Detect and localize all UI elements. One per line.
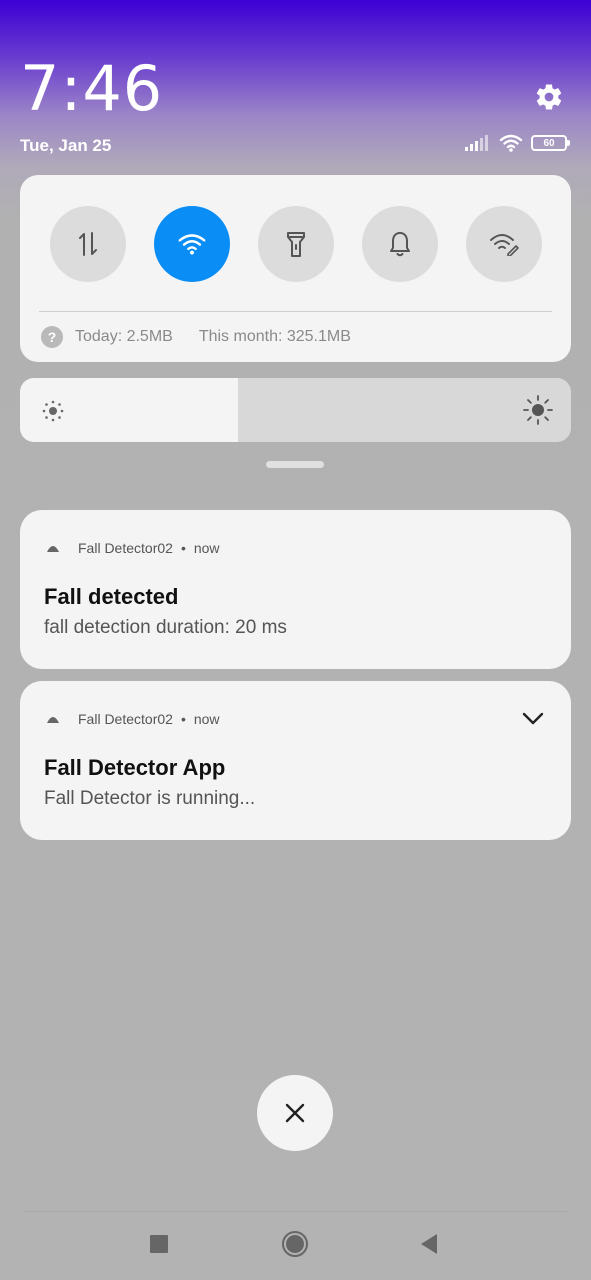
nav-divider [24,1211,567,1212]
app-name: Fall Detector02 [78,711,173,727]
notification-card[interactable]: Fall Detector02 • now Fall detected fall… [20,510,571,669]
notification-card[interactable]: Fall Detector02 • now Fall Detector App … [20,681,571,840]
data-today: Today: 2.5MB [75,328,173,345]
notification-title: Fall Detector App [44,755,226,780]
flashlight-icon [287,232,305,257]
clock: 7:46 [20,52,164,125]
hotspot-toggle[interactable] [466,206,542,282]
separator: • [180,711,186,727]
wifi-edit-icon [490,234,519,256]
brightness-slider[interactable] [20,378,571,442]
data-usage[interactable]: ? Today: 2.5MB This month: 325.1MB [41,326,351,348]
brightness-high-icon [523,395,553,425]
chevron-down-icon [522,712,544,725]
quick-settings-panel: ? Today: 2.5MB This month: 325.1MB [20,175,571,362]
notification-time: now [193,711,220,727]
home-button[interactable] [280,1229,310,1259]
square-icon [150,1235,168,1253]
app-icon [47,546,59,552]
app-name: Fall Detector02 [78,540,173,556]
recents-button[interactable] [146,1231,172,1257]
panel-drag-handle[interactable] [266,461,324,468]
sound-toggle[interactable] [362,206,438,282]
close-icon [285,1103,305,1123]
settings-button[interactable] [532,80,566,114]
clear-all-button[interactable] [257,1075,333,1151]
notification-body: Fall Detector is running... [44,788,256,809]
gear-icon [536,84,562,110]
circle-icon [282,1231,308,1257]
triangle-back-icon [421,1234,437,1254]
notification-title: Fall detected [44,584,179,609]
notification-time: now [193,540,220,556]
mobile-data-toggle[interactable] [50,206,126,282]
brightness-low-icon [42,400,64,422]
divider [39,311,552,312]
flashlight-toggle[interactable] [258,206,334,282]
notification-header: Fall Detector02 • now [46,540,220,556]
app-icon [47,717,59,723]
bell-icon [390,232,410,257]
help-icon: ? [41,326,63,348]
status-icons: 60 [465,134,570,152]
signal-bars-icon [465,135,488,151]
back-button[interactable] [416,1231,442,1257]
data-arrows-icon [79,232,97,256]
wifi-icon [499,134,523,152]
wifi-icon [178,234,206,255]
notification-header: Fall Detector02 • now [46,711,220,727]
wifi-toggle[interactable] [154,206,230,282]
separator: • [180,540,186,556]
notification-body: fall detection duration: 20 ms [44,617,287,638]
date: Tue, Jan 25 [20,136,112,155]
expand-button[interactable] [521,709,545,729]
battery-indicator: 60 [531,135,570,151]
data-month: This month: 325.1MB [198,328,351,345]
battery-level: 60 [543,137,555,149]
